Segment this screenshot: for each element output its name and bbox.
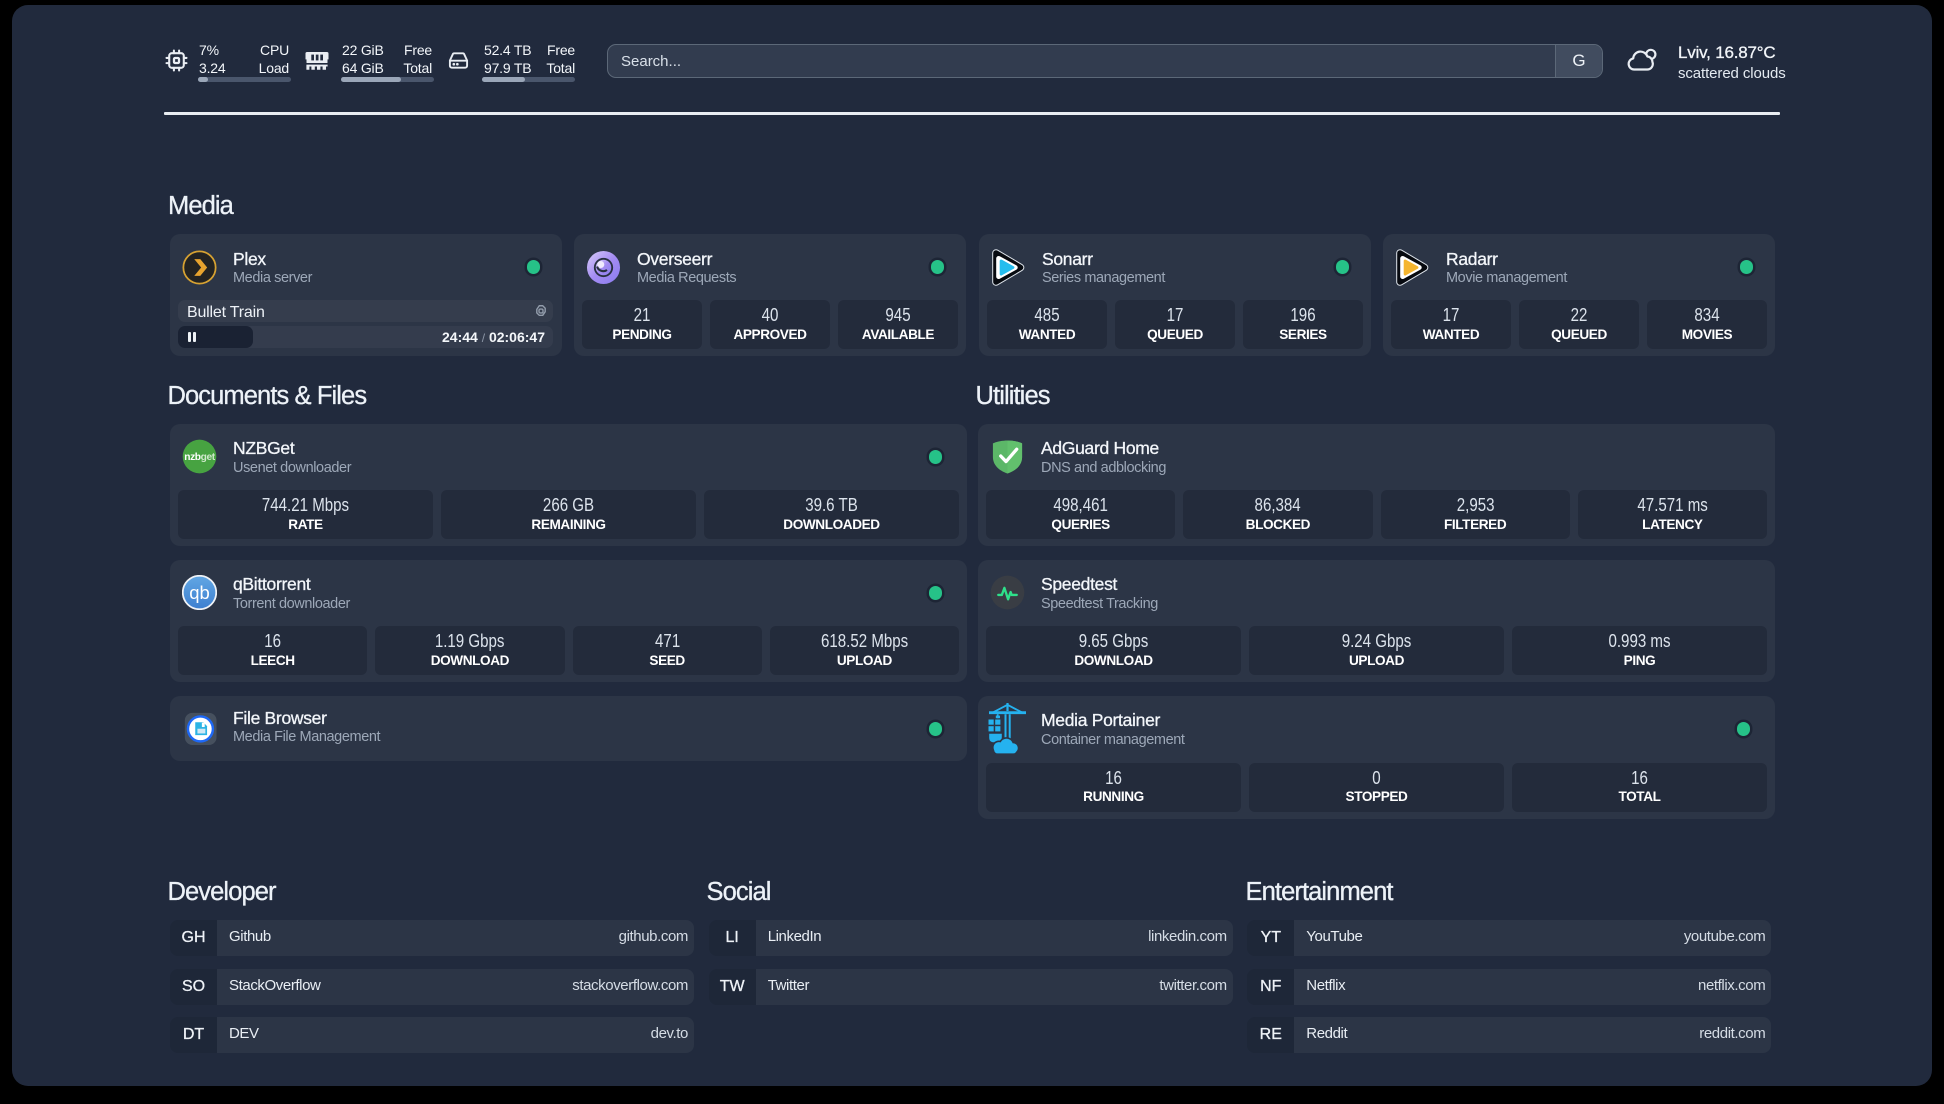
svg-text:qb: qb [189,582,210,603]
svg-text:nzbget: nzbget [184,452,215,463]
